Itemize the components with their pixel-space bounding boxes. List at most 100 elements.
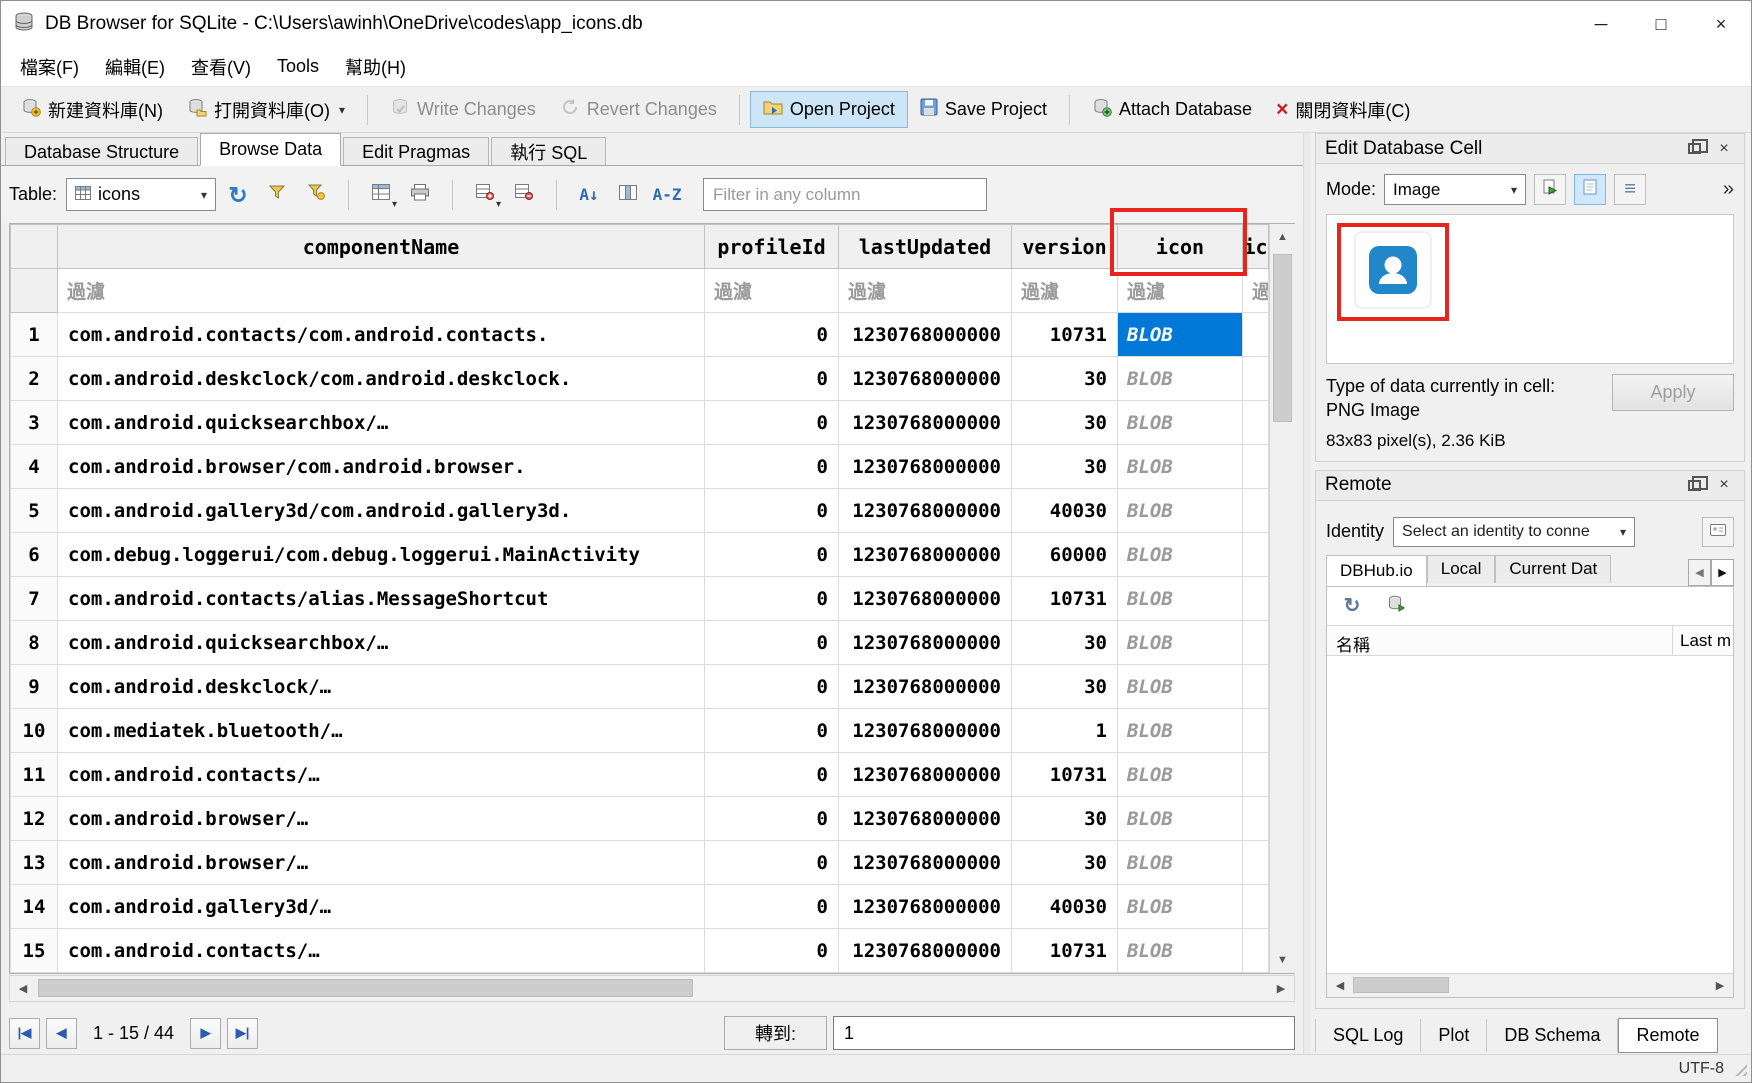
cell-componentname[interactable]: com.android.browser/… xyxy=(58,797,705,841)
scroll-left-icon[interactable]: ◀ xyxy=(10,976,36,1001)
cell-partial[interactable] xyxy=(1243,709,1269,753)
cell-icon[interactable]: BLOB xyxy=(1118,885,1243,929)
row-number[interactable]: 7 xyxy=(11,577,58,621)
text-wrap-button[interactable]: ≡ xyxy=(1614,174,1646,205)
row-number[interactable]: 10 xyxy=(11,709,58,753)
cell-icon[interactable]: BLOB xyxy=(1118,489,1243,533)
row-number[interactable]: 11 xyxy=(11,753,58,797)
remote-column-last-modified[interactable]: Last m xyxy=(1673,626,1733,655)
cell-icon[interactable]: BLOB xyxy=(1118,753,1243,797)
cell-componentname[interactable]: com.mediatek.bluetooth/… xyxy=(58,709,705,753)
cell-partial[interactable] xyxy=(1243,489,1269,533)
cell-partial[interactable] xyxy=(1243,313,1269,357)
open-project-button[interactable]: Open Project xyxy=(750,91,908,128)
cell-partial[interactable] xyxy=(1243,533,1269,577)
cell-lastupdated[interactable]: 1230768000000 xyxy=(839,797,1012,841)
row-number[interactable]: 9 xyxy=(11,665,58,709)
cell-lastupdated[interactable]: 1230768000000 xyxy=(839,357,1012,401)
encoding-selector[interactable]: UTF-8 xyxy=(1679,1060,1724,1078)
vertical-scrollbar[interactable]: ▲ ▼ xyxy=(1269,224,1295,973)
cell-componentname[interactable]: com.android.contacts/… xyxy=(58,929,705,973)
cell-version[interactable]: 10731 xyxy=(1012,929,1118,973)
filter-componentname[interactable]: 過濾 xyxy=(58,269,705,313)
cell-icon[interactable]: BLOB xyxy=(1118,929,1243,973)
close-database-button[interactable]: × 關閉資料庫(C) xyxy=(1264,90,1422,130)
cell-componentname[interactable]: com.android.contacts/… xyxy=(58,753,705,797)
column-header-profileid[interactable]: profileId xyxy=(705,225,839,269)
cell-componentname[interactable]: com.android.quicksearchbox/… xyxy=(58,621,705,665)
cell-partial[interactable] xyxy=(1243,621,1269,665)
cell-icon[interactable]: BLOB xyxy=(1118,445,1243,489)
cell-profileid[interactable]: 0 xyxy=(705,753,839,797)
cell-lastupdated[interactable]: 1230768000000 xyxy=(839,621,1012,665)
cell-version[interactable]: 10731 xyxy=(1012,753,1118,797)
tab-execute-sql[interactable]: 執行 SQL xyxy=(491,137,606,166)
menu-help[interactable]: 幫助(H) xyxy=(332,47,419,87)
cell-partial[interactable] xyxy=(1243,753,1269,797)
menu-edit[interactable]: 編輯(E) xyxy=(92,47,178,87)
cell-profileid[interactable]: 0 xyxy=(705,621,839,665)
cell-partial[interactable] xyxy=(1243,929,1269,973)
cell-profileid[interactable]: 0 xyxy=(705,577,839,621)
mode-select[interactable]: Image ▾ xyxy=(1384,174,1526,205)
filter-version[interactable]: 過濾 xyxy=(1012,269,1118,313)
identity-select[interactable]: Select an identity to conne ▾ xyxy=(1393,517,1635,547)
cell-icon[interactable]: BLOB xyxy=(1118,797,1243,841)
cell-lastupdated[interactable]: 1230768000000 xyxy=(839,313,1012,357)
cell-version[interactable]: 30 xyxy=(1012,797,1118,841)
row-number[interactable]: 12 xyxy=(11,797,58,841)
column-header-componentname[interactable]: componentName xyxy=(58,225,705,269)
sort-asc-button[interactable]: A↓ xyxy=(572,178,606,212)
scroll-up-icon[interactable]: ▲ xyxy=(1270,224,1295,250)
cell-partial[interactable] xyxy=(1243,577,1269,621)
open-database-dropdown-icon[interactable]: ▾ xyxy=(339,103,345,117)
close-button[interactable]: × xyxy=(1691,1,1751,47)
cell-icon[interactable]: BLOB xyxy=(1118,533,1243,577)
row-number[interactable]: 1 xyxy=(11,313,58,357)
cell-partial[interactable] xyxy=(1243,885,1269,929)
scroll-left-icon[interactable]: ◀ xyxy=(1327,974,1353,997)
filter-icon[interactable]: 過濾 xyxy=(1118,269,1243,313)
cell-icon[interactable]: BLOB xyxy=(1118,665,1243,709)
remote-refresh-button[interactable]: ↻ xyxy=(1335,589,1369,623)
toolbar-overflow-icon[interactable]: » xyxy=(1723,178,1734,201)
row-number[interactable]: 8 xyxy=(11,621,58,665)
cell-version[interactable]: 30 xyxy=(1012,841,1118,885)
cell-componentname[interactable]: com.android.browser/com.android.browser. xyxy=(58,445,705,489)
cell-partial[interactable] xyxy=(1243,797,1269,841)
last-page-button[interactable]: ▶| xyxy=(227,1018,258,1049)
filter-lastupdated[interactable]: 過濾 xyxy=(839,269,1012,313)
column-header-lastupdated[interactable]: lastUpdated xyxy=(839,225,1012,269)
filter-any-column-input[interactable] xyxy=(703,178,987,211)
row-number[interactable]: 6 xyxy=(11,533,58,577)
resize-grip[interactable] xyxy=(1732,1061,1747,1076)
scroll-right-icon[interactable]: ▶ xyxy=(1268,976,1294,1001)
cell-componentname[interactable]: com.android.contacts/alias.MessageShortc… xyxy=(58,577,705,621)
cell-icon[interactable]: BLOB xyxy=(1118,401,1243,445)
cell-lastupdated[interactable]: 1230768000000 xyxy=(839,885,1012,929)
previous-page-button[interactable]: ◀ xyxy=(46,1018,77,1049)
tab-scroll-right-button[interactable]: ▶ xyxy=(1711,559,1734,586)
cell-partial[interactable] xyxy=(1243,401,1269,445)
attach-database-button[interactable]: Attach Database xyxy=(1080,90,1264,129)
remote-scrollbar-thumb[interactable] xyxy=(1353,977,1449,993)
cell-version[interactable]: 30 xyxy=(1012,621,1118,665)
cell-version[interactable]: 30 xyxy=(1012,401,1118,445)
cell-version[interactable]: 60000 xyxy=(1012,533,1118,577)
cell-profileid[interactable]: 0 xyxy=(705,489,839,533)
tab-database-structure[interactable]: Database Structure xyxy=(5,137,198,166)
cell-partial[interactable] xyxy=(1243,445,1269,489)
cell-icon[interactable]: BLOB xyxy=(1118,621,1243,665)
cell-componentname[interactable]: com.android.contacts/com.android.contact… xyxy=(58,313,705,357)
row-number[interactable]: 13 xyxy=(11,841,58,885)
row-number[interactable]: 2 xyxy=(11,357,58,401)
cell-icon[interactable]: BLOB xyxy=(1118,841,1243,885)
vertical-scrollbar-thumb[interactable] xyxy=(1273,254,1292,422)
cell-lastupdated[interactable]: 1230768000000 xyxy=(839,709,1012,753)
cell-version[interactable]: 30 xyxy=(1012,445,1118,489)
cell-icon[interactable]: BLOB xyxy=(1118,313,1243,357)
document-view-button[interactable] xyxy=(1574,174,1606,205)
menu-tools[interactable]: Tools xyxy=(264,49,332,84)
new-record-button[interactable]: ▾ xyxy=(364,178,398,212)
tab-edit-pragmas[interactable]: Edit Pragmas xyxy=(343,137,489,166)
